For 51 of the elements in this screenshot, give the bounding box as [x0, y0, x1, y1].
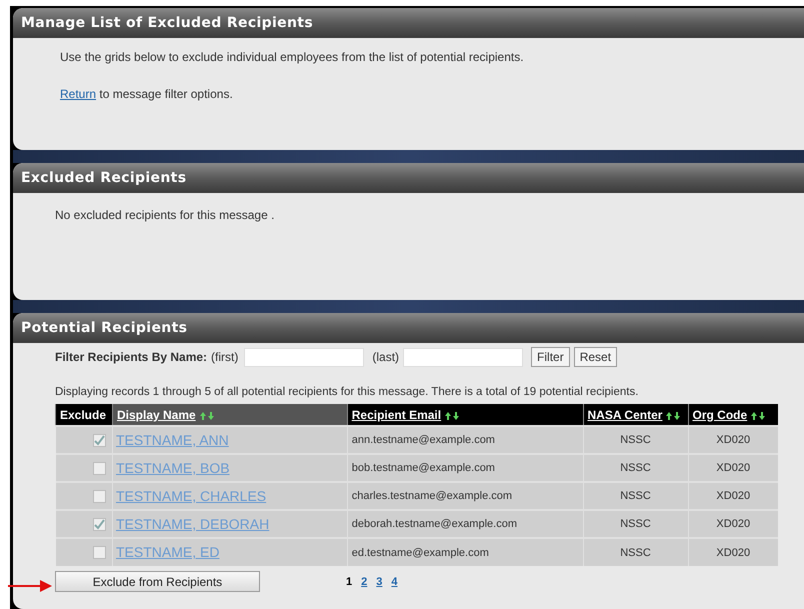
exclude-checkbox[interactable]: [92, 518, 106, 531]
exclude-checkbox[interactable]: [92, 490, 106, 503]
center-cell: NSSC: [620, 490, 651, 502]
column-header: Exclude: [56, 404, 112, 426]
panel-title: Manage List of Excluded Recipients: [21, 14, 314, 32]
email-cell: bob.testname@example.com: [352, 462, 495, 474]
reset-button[interactable]: Reset: [574, 347, 618, 367]
exclude-checkbox[interactable]: [92, 462, 106, 475]
org-code-cell: XD020: [716, 462, 750, 474]
panel-title: Excluded Recipients: [21, 168, 186, 188]
annotation-arrow-icon: [8, 580, 52, 592]
column-header[interactable]: NASA Center: [583, 404, 688, 426]
center-cell: NSSC: [620, 546, 651, 558]
org-code-cell: XD020: [716, 434, 750, 446]
sort-arrows-icon[interactable]: [666, 412, 680, 420]
column-header[interactable]: Recipient Email: [347, 404, 584, 426]
email-cell: ed.testname@example.com: [352, 546, 489, 558]
email-cell: ann.testname@example.com: [352, 434, 495, 446]
empty-message: No excluded recipients for this message .: [54, 207, 276, 224]
checkmark-icon: [94, 434, 105, 446]
exclude-button[interactable]: Exclude from Recipients: [55, 571, 260, 592]
filter-button[interactable]: Filter: [531, 347, 570, 367]
filter-label: Filter Recipients By Name:: [55, 349, 208, 366]
page-link[interactable]: 3: [376, 574, 382, 590]
last-label: (last): [372, 349, 400, 366]
last-name-field[interactable]: [403, 348, 524, 366]
center-cell: NSSC: [620, 434, 651, 446]
center-cell: NSSC: [620, 518, 651, 530]
checkmark-icon: [94, 518, 105, 530]
first-label: (first): [211, 349, 238, 366]
page-link[interactable]: 1: [346, 574, 352, 590]
panel-title: Potential Recipients: [21, 318, 188, 338]
page-link[interactable]: 4: [391, 574, 398, 590]
exclude-checkbox[interactable]: [92, 546, 106, 560]
sort-arrows-icon[interactable]: [445, 412, 460, 420]
org-code-cell: XD020: [716, 546, 750, 558]
instructions-text: Use the grids below to exclude individual employees from the list of potential recipients.: [60, 49, 525, 66]
return-text: to message filter options.: [99, 87, 233, 101]
sort-arrows-icon[interactable]: [751, 412, 766, 420]
email-cell: deborah.testname@example.com: [352, 518, 517, 530]
email-cell: charles.testname@example.com: [352, 490, 512, 502]
org-code-cell: XD020: [716, 518, 750, 530]
column-header[interactable]: Org Code: [688, 404, 778, 426]
page-link[interactable]: 2: [361, 574, 368, 590]
first-name-field[interactable]: [244, 348, 364, 366]
summary-text: Displaying records 1 through 5 of all potential recipients for this message. There is a total of 19 potential recipients.: [55, 385, 640, 400]
center-cell: NSSC: [620, 462, 651, 474]
return-link[interactable]: Return: [60, 87, 96, 101]
column-header[interactable]: Display Name: [112, 404, 348, 426]
exclude-checkbox[interactable]: [92, 434, 106, 447]
org-code-cell: XD020: [716, 490, 750, 502]
